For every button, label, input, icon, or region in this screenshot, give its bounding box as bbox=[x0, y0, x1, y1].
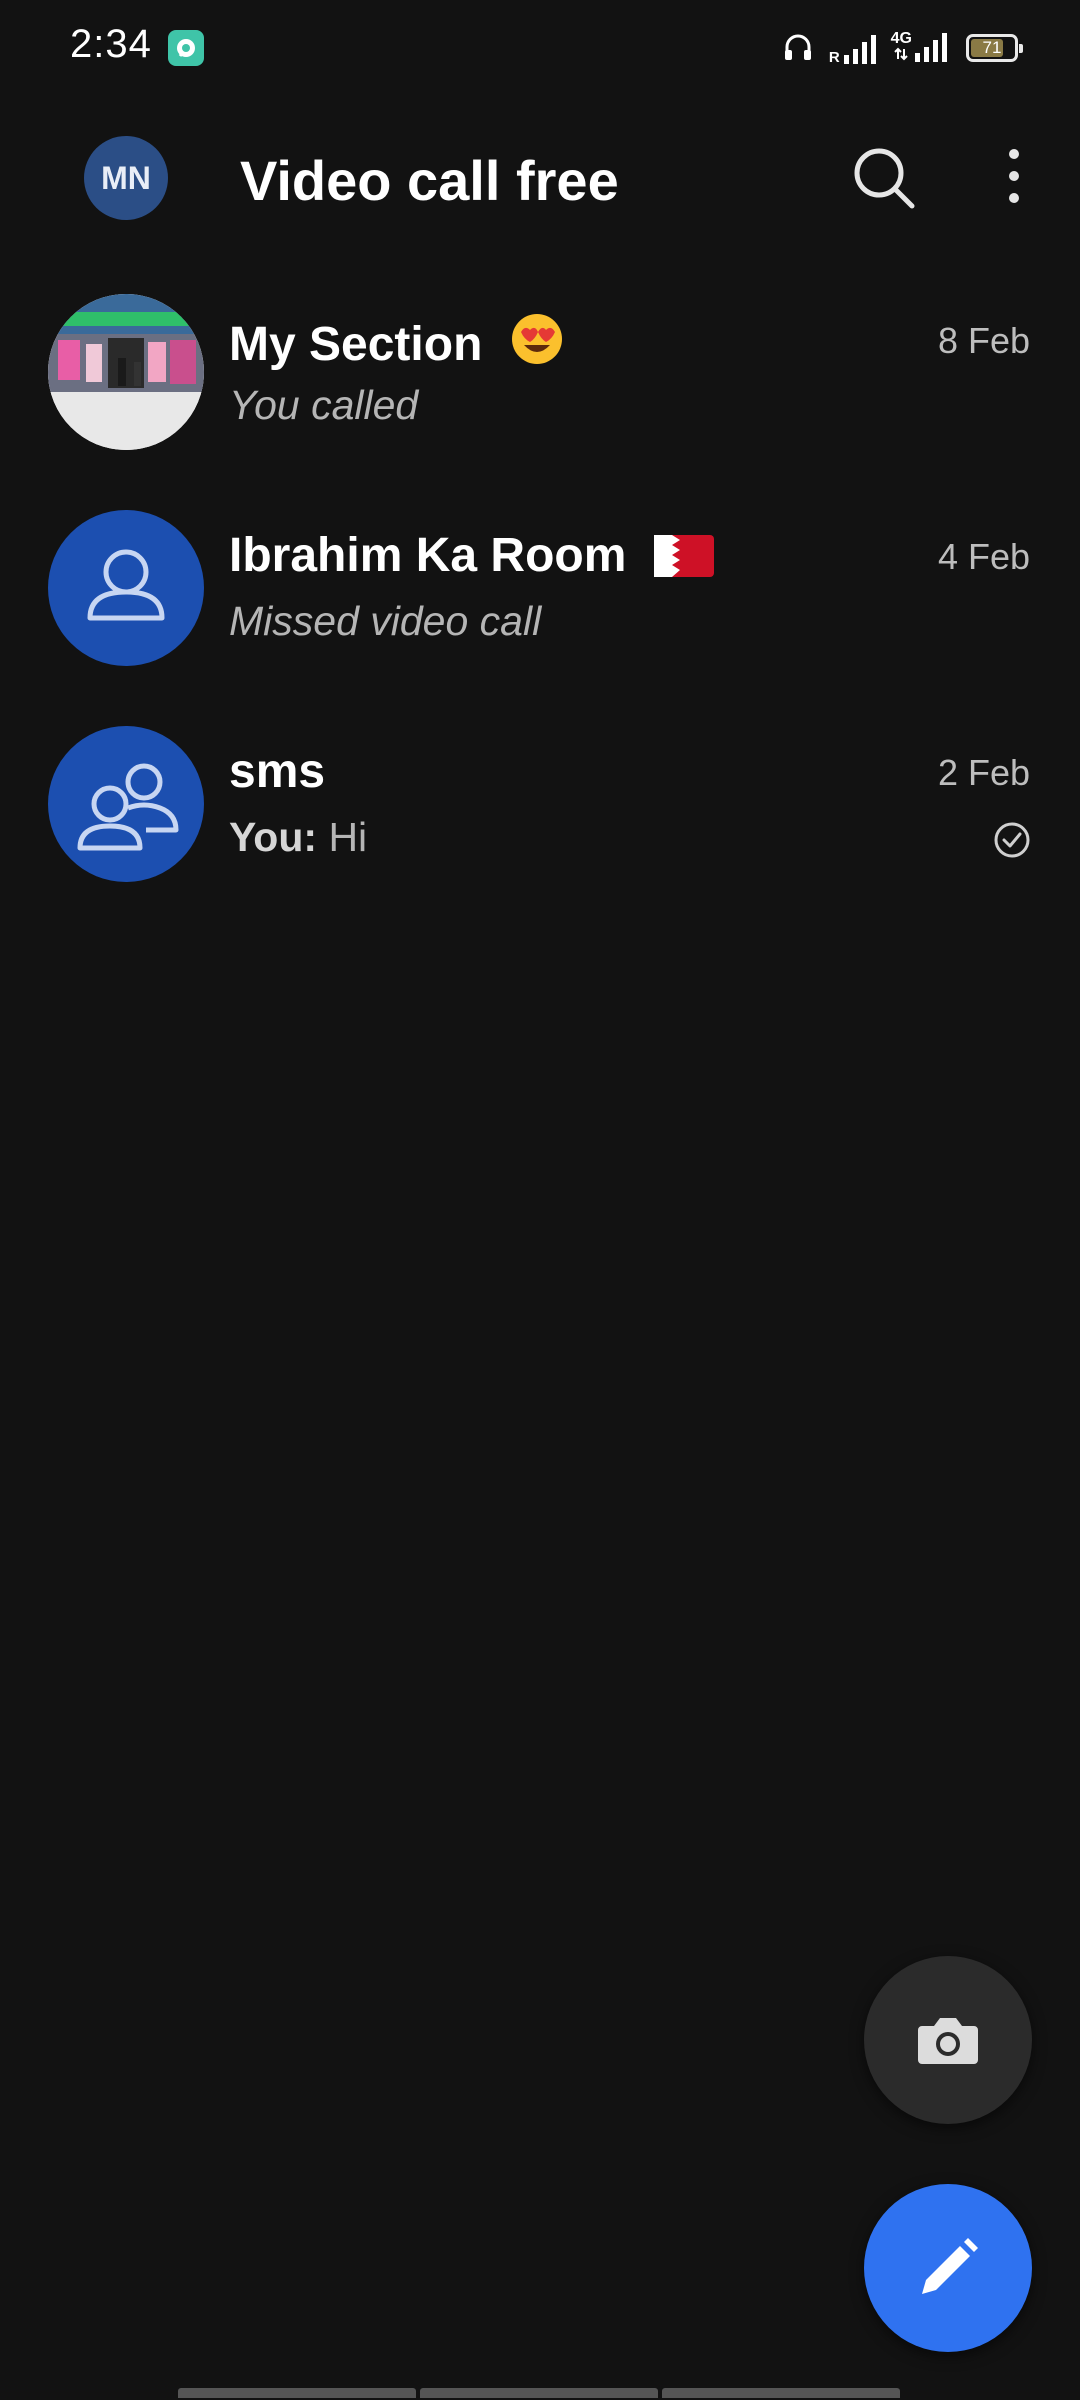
chat-preview: Missed video call bbox=[229, 598, 542, 644]
chat-name: sms bbox=[229, 745, 326, 798]
signal-icon-1 bbox=[843, 35, 876, 64]
battery-icon: 71 bbox=[966, 34, 1023, 62]
chat-avatar bbox=[48, 726, 204, 882]
bahrain-flag-icon bbox=[653, 535, 714, 577]
profile-avatar[interactable]: MN bbox=[84, 136, 168, 220]
data-arrows-icon bbox=[894, 47, 909, 61]
chat-avatar-photo bbox=[48, 294, 204, 450]
status-bar: 2:34 R 4G 71 bbox=[0, 0, 1080, 96]
mobile-data-indicator: 4G bbox=[891, 31, 948, 65]
notification-app-icon bbox=[168, 30, 204, 66]
app-bar: MN Video call free bbox=[0, 96, 1080, 264]
compose-button[interactable] bbox=[864, 2184, 1032, 2352]
headset-icon bbox=[784, 34, 811, 60]
roaming-indicator: R bbox=[829, 31, 877, 65]
person-icon bbox=[87, 549, 165, 621]
search-button[interactable] bbox=[848, 142, 920, 214]
battery-level: 71 bbox=[982, 38, 1002, 57]
camera-button[interactable] bbox=[864, 1956, 1032, 2124]
chat-row[interactable]: My Section You called 8 Feb bbox=[0, 264, 1080, 480]
chat-date: 2 Feb bbox=[937, 752, 1030, 793]
chat-row[interactable]: Ibrahim Ka Room Missed video call 4 Feb bbox=[0, 480, 1080, 696]
chat-name: My Section bbox=[229, 312, 564, 372]
chat-list: My Section You called 8 Feb Ibrahim Ka R… bbox=[0, 264, 1080, 912]
chat-date: 4 Feb bbox=[937, 536, 1030, 577]
more-vertical-icon bbox=[1009, 149, 1019, 203]
pencil-icon bbox=[922, 2238, 978, 2294]
chat-avatar bbox=[48, 510, 204, 666]
signal-icon-2 bbox=[915, 33, 947, 62]
read-check-icon bbox=[994, 822, 1030, 858]
group-icon bbox=[77, 763, 179, 851]
chat-preview: You called bbox=[229, 382, 419, 428]
chat-date: 8 Feb bbox=[937, 320, 1030, 361]
chat-preview-text: Hi bbox=[328, 814, 368, 860]
more-options-button[interactable] bbox=[980, 142, 1052, 214]
chat-row[interactable]: sms You: Hi 2 Feb bbox=[0, 696, 1080, 912]
camera-icon bbox=[918, 2018, 978, 2064]
search-icon bbox=[854, 148, 915, 209]
heart-eyes-emoji-icon bbox=[511, 314, 562, 364]
chat-preview-sender: You: bbox=[229, 814, 318, 860]
app-title: Video call free bbox=[240, 149, 619, 212]
chat-preview: You: Hi bbox=[229, 814, 367, 861]
chat-name: Ibrahim Ka Room bbox=[229, 528, 714, 583]
status-time: 2:34 bbox=[70, 22, 152, 66]
navigation-gesture-bar[interactable] bbox=[178, 2388, 900, 2400]
status-icons: R 4G 71 bbox=[781, 26, 1023, 70]
network-type-label: 4G bbox=[890, 30, 912, 47]
